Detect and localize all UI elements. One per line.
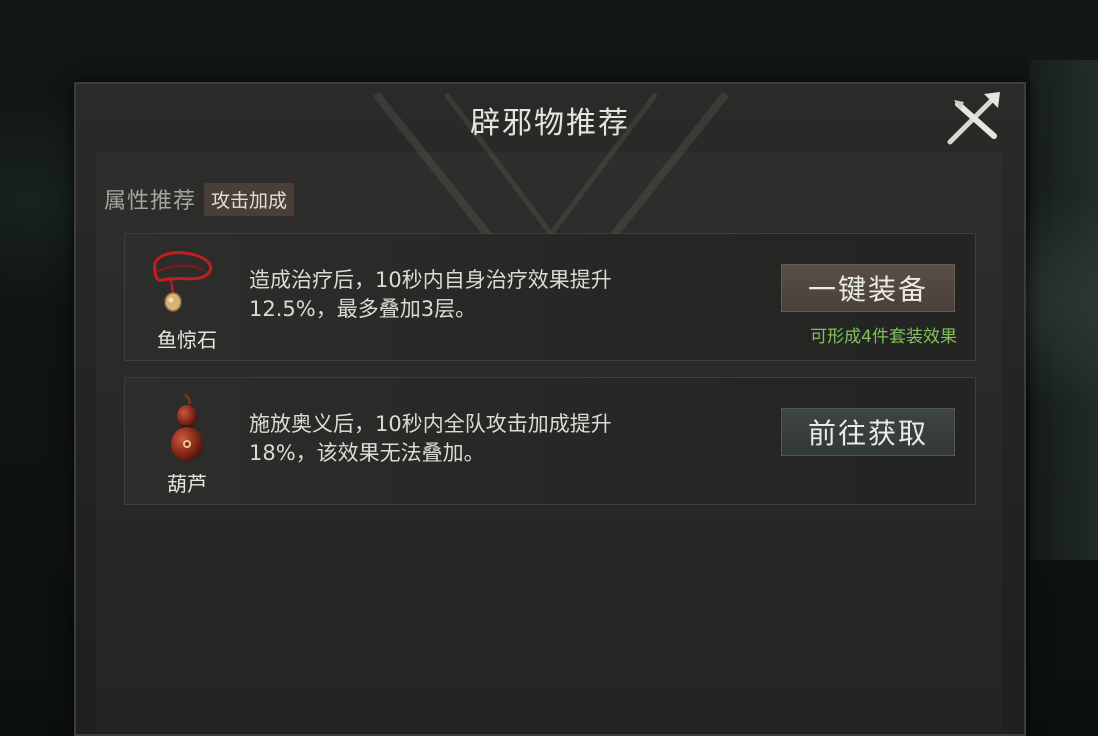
item-description: 造成治疗后，10秒内自身治疗效果提升 12.5%，最多叠加3层。: [249, 266, 719, 324]
close-x-icon: [947, 92, 1000, 145]
item-name: 葫芦: [167, 472, 207, 496]
description-line: 施放奥义后，10秒内全队攻击加成提升: [249, 412, 612, 436]
dialog-title: 辟邪物推荐: [470, 106, 630, 141]
attribute-recommend-row: 属性推荐 攻击加成: [104, 182, 295, 216]
recommend-dialog: 辟邪物推荐 属性推荐 攻击加成 鱼惊石 造成治疗后，10秒内自身治疗效果提升 1…: [74, 82, 1026, 736]
description-line: 18%，该效果无法叠加。: [249, 441, 485, 465]
attribute-label: 属性推荐: [104, 189, 197, 214]
description-line: 造成治疗后，10秒内自身治疗效果提升: [249, 268, 612, 292]
description-line: 12.5%，最多叠加3层。: [249, 297, 477, 321]
attribute-tag: 攻击加成: [204, 182, 295, 216]
go-obtain-button[interactable]: 前往获取: [781, 408, 955, 456]
set-effect-hint: 可形成4件套装效果: [810, 327, 957, 347]
equip-button[interactable]: 一键装备: [781, 264, 955, 312]
background-side-glow: [1030, 60, 1098, 560]
item-description: 施放奥义后，10秒内全队攻击加成提升 18%，该效果无法叠加。: [249, 410, 719, 468]
red-cord-pendant-icon: [153, 251, 213, 312]
close-button[interactable]: [944, 88, 1006, 148]
item-card-hulu: 葫芦 施放奥义后，10秒内全队攻击加成提升 18%，该效果无法叠加。 前往获取: [124, 377, 976, 505]
item-name: 鱼惊石: [157, 328, 217, 352]
item-card-yujingshi: 鱼惊石 造成治疗后，10秒内自身治疗效果提升 12.5%，最多叠加3层。 一键装…: [124, 233, 976, 361]
gourd-icon: [171, 393, 203, 461]
